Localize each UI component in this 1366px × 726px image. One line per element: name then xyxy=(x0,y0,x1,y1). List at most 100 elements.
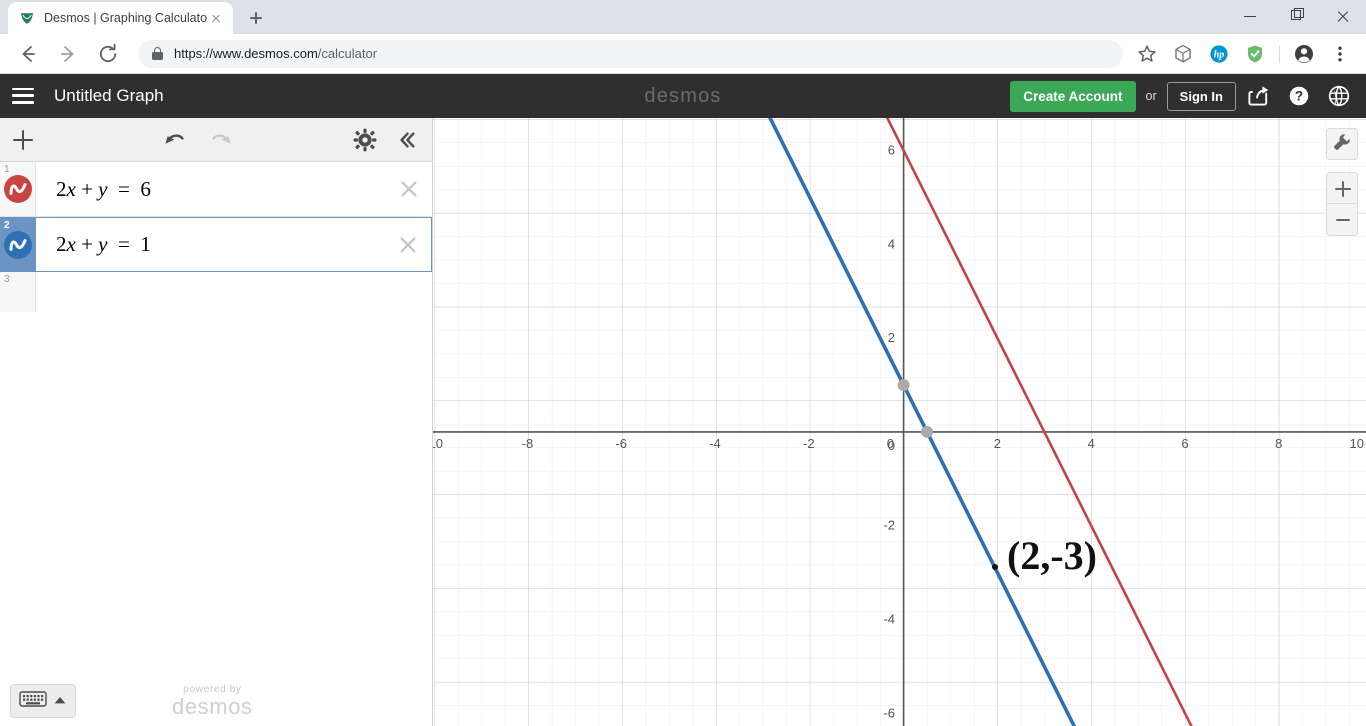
svg-text:?: ? xyxy=(1295,88,1303,103)
forward-button[interactable] xyxy=(54,40,82,68)
lock-icon xyxy=(152,47,163,60)
or-label: or xyxy=(1145,89,1157,103)
zoom-in-button[interactable] xyxy=(1326,172,1358,204)
window-close-button[interactable] xyxy=(1320,0,1366,32)
tab-close-icon[interactable] xyxy=(207,9,225,27)
extension-cube-icon[interactable] xyxy=(1168,39,1198,69)
chrome-menu-icon[interactable] xyxy=(1325,39,1355,69)
sign-in-button[interactable]: Sign In xyxy=(1166,81,1236,111)
help-icon[interactable]: ? xyxy=(1282,79,1316,113)
var-y: y xyxy=(98,176,108,201)
y-tick-4: 4 xyxy=(888,236,895,251)
var-x: x xyxy=(66,232,76,256)
expression-row-2[interactable]: 2 2x + y = 1 xyxy=(0,217,432,272)
annotation-dot xyxy=(992,564,998,570)
bookmark-star-icon[interactable] xyxy=(1132,39,1162,69)
expression-gutter-3: 3 xyxy=(0,272,36,312)
hamburger-menu-icon[interactable] xyxy=(12,87,34,105)
redo-icon[interactable] xyxy=(206,125,236,155)
undo-redo-group xyxy=(160,125,236,155)
expression-gutter-2: 2 xyxy=(0,218,36,271)
browser-tab-title: Desmos | Graphing Calculator xyxy=(44,11,207,25)
window-maximize-button[interactable] xyxy=(1274,0,1320,32)
expression-color-icon-2[interactable] xyxy=(4,230,32,259)
expression-row-1[interactable]: 1 2x + y = 6 xyxy=(0,162,432,217)
create-account-button[interactable]: Create Account xyxy=(1010,80,1136,112)
intercept-point-x[interactable] xyxy=(921,425,934,438)
reload-button[interactable] xyxy=(94,40,122,68)
expression-index-1: 1 xyxy=(4,164,10,175)
hp-extension-icon[interactable]: hp xyxy=(1204,39,1234,69)
expression-toolbar-right xyxy=(350,125,422,155)
expression-index-2: 2 xyxy=(4,220,10,231)
header-actions: Create Account or Sign In ? xyxy=(1010,74,1356,118)
expression-gutter-1: 1 xyxy=(0,162,36,216)
var-x: x xyxy=(66,176,76,201)
profile-avatar-icon[interactable] xyxy=(1289,39,1319,69)
expression-index-3: 3 xyxy=(4,274,10,285)
zoom-out-button[interactable] xyxy=(1326,204,1358,236)
y-tick-2: 2 xyxy=(888,330,895,345)
expression-panel: 1 2x + y = 6 2 2x + y = 1 3 powered by d… xyxy=(0,118,433,726)
y-tick-6: 6 xyxy=(888,143,895,158)
browser-tab[interactable]: Desmos | Graphing Calculator xyxy=(8,2,233,34)
expression-color-icon-1[interactable] xyxy=(3,175,32,203)
keyboard-icon xyxy=(19,690,47,713)
back-button[interactable] xyxy=(14,40,42,68)
caret-up-icon xyxy=(53,692,67,710)
x-tick--6: -6 xyxy=(615,436,627,451)
browser-window: Desmos | Graphing Calculator https://www… xyxy=(0,0,1366,726)
add-expression-button[interactable] xyxy=(0,118,46,162)
rhs-value: 6 xyxy=(140,176,151,201)
expression-delete-button-1[interactable] xyxy=(386,162,432,216)
expression-delete-button-2[interactable] xyxy=(385,218,431,271)
address-bar[interactable]: https://www.desmos.com/calculator xyxy=(138,39,1123,68)
y-tick--6: -6 xyxy=(883,705,895,720)
globe-icon[interactable] xyxy=(1322,79,1356,113)
keyboard-toggle-button[interactable] xyxy=(10,684,76,718)
gear-icon[interactable] xyxy=(350,125,380,155)
graph-canvas[interactable]: -10 -8 -6 -4 -2 0 2 4 6 8 10 6 4 2 xyxy=(433,118,1366,726)
address-bar-url: https://www.desmos.com/calculator xyxy=(174,46,377,61)
rhs-value: 1 xyxy=(140,232,151,256)
coef: 2 xyxy=(56,176,67,201)
y-tick--2: -2 xyxy=(883,518,895,533)
graph-title[interactable]: Untitled Graph xyxy=(54,86,164,106)
new-tab-button[interactable] xyxy=(242,4,270,32)
desmos-footer-brand: desmos xyxy=(172,693,253,719)
graph-major-grid xyxy=(433,118,1366,726)
graph-settings-button[interactable] xyxy=(1326,128,1358,160)
var-y: y xyxy=(98,232,108,256)
browser-toolbar-icons: hp xyxy=(1129,39,1358,69)
x-tick-2: 2 xyxy=(994,436,1001,451)
url-path: /calculator xyxy=(317,46,378,61)
y-tick-0: 0 xyxy=(888,438,895,453)
expression-content-2[interactable]: 2x + y = 1 xyxy=(36,218,385,271)
undo-icon[interactable] xyxy=(160,125,190,155)
window-controls xyxy=(1228,0,1366,34)
url-domain: https://www.desmos.com xyxy=(174,46,318,61)
window-minimize-button[interactable] xyxy=(1228,0,1274,32)
collapse-panel-icon[interactable] xyxy=(392,125,422,155)
coef: 2 xyxy=(56,232,67,256)
share-icon[interactable] xyxy=(1242,79,1276,113)
adguard-shield-icon[interactable] xyxy=(1240,39,1270,69)
x-tick-8: 8 xyxy=(1275,436,1282,451)
expression-latex-1: 2x + y = 6 xyxy=(56,177,151,202)
expression-panel-footer: powered by desmos xyxy=(0,670,432,726)
x-tick-6: 6 xyxy=(1181,436,1188,451)
svg-text:hp: hp xyxy=(1214,49,1225,60)
intercept-point-y[interactable] xyxy=(897,379,910,391)
expression-row-3[interactable]: 3 xyxy=(0,272,432,312)
toolbar-divider xyxy=(1279,44,1280,63)
expression-toolbar xyxy=(0,118,432,162)
x-tick--8: -8 xyxy=(522,436,534,451)
browser-tab-strip: Desmos | Graphing Calculator xyxy=(0,0,1366,34)
expression-content-1[interactable]: 2x + y = 6 xyxy=(36,162,386,216)
plus-sign: + xyxy=(81,176,93,201)
desmos-header: Untitled Graph desmos Create Account or … xyxy=(0,74,1366,118)
powered-by-desmos: powered by desmos xyxy=(172,683,253,719)
x-tick-10: 10 xyxy=(1350,436,1364,451)
x-tick--4: -4 xyxy=(709,436,721,451)
equals-sign: = xyxy=(118,232,130,256)
